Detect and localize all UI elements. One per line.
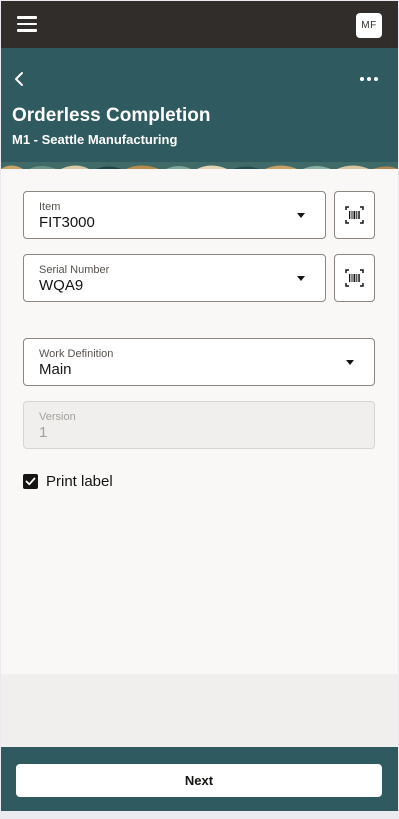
- form-content: Item FIT3000 Serial Number WQA9 Work Def…: [1, 169, 398, 674]
- barcode-scan-icon: [345, 269, 364, 287]
- user-avatar[interactable]: MF: [356, 13, 382, 38]
- caret-down-icon[interactable]: [297, 213, 305, 218]
- serial-number-value[interactable]: WQA9: [39, 277, 83, 294]
- next-button[interactable]: Next: [16, 764, 382, 797]
- decorative-header-pattern: [1, 162, 398, 169]
- version-field: Version 1: [23, 401, 375, 449]
- print-label-text[interactable]: Print label: [46, 473, 113, 490]
- caret-down-icon[interactable]: [346, 360, 354, 365]
- print-label-checkbox[interactable]: [23, 474, 38, 489]
- page-subtitle: M1 - Seattle Manufacturing: [12, 132, 178, 147]
- serial-number-label: Serial Number: [39, 264, 110, 276]
- page-title: Orderless Completion: [12, 105, 211, 126]
- item-value[interactable]: FIT3000: [39, 214, 95, 231]
- item-label: Item: [39, 201, 61, 213]
- content-bottom-area: [1, 674, 398, 747]
- item-scan-button[interactable]: [334, 191, 375, 239]
- more-horizontal-icon[interactable]: [357, 68, 381, 90]
- footer-bar: Next: [1, 747, 398, 811]
- item-field[interactable]: Item FIT3000: [23, 191, 326, 239]
- version-value: 1: [39, 424, 48, 441]
- work-definition-value[interactable]: Main: [39, 361, 72, 378]
- version-label: Version: [39, 411, 76, 423]
- app-frame: MF Orderless Completion M1 - Seattle Man…: [1, 1, 398, 811]
- serial-number-field[interactable]: Serial Number WQA9: [23, 254, 326, 302]
- barcode-scan-icon: [345, 206, 364, 224]
- work-definition-field[interactable]: Work Definition Main: [23, 338, 375, 386]
- hamburger-menu-icon[interactable]: [17, 16, 37, 32]
- chevron-left-icon[interactable]: [9, 68, 31, 90]
- work-definition-label: Work Definition: [39, 348, 114, 360]
- caret-down-icon[interactable]: [297, 276, 305, 281]
- serial-scan-button[interactable]: [334, 254, 375, 302]
- page-header: Orderless Completion M1 - Seattle Manufa…: [1, 48, 398, 169]
- top-app-bar: MF: [1, 1, 398, 48]
- checkmark-icon: [25, 477, 36, 486]
